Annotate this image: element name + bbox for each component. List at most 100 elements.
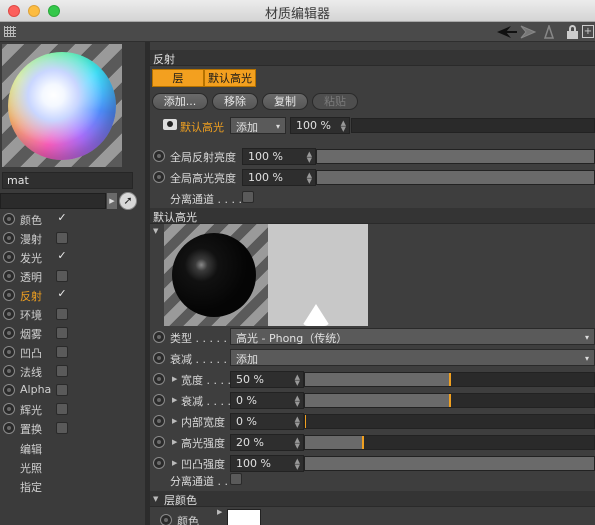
animate-radio[interactable]: [3, 346, 15, 358]
channel-extra-item[interactable]: 指定: [20, 479, 42, 495]
channel-checkbox[interactable]: [56, 403, 68, 415]
spinner-icon[interactable]: ▲ ▼: [307, 151, 312, 164]
global-reflect-field[interactable]: 100 % ▲ ▼: [242, 148, 316, 165]
pick-cursor-icon[interactable]: ➚: [119, 192, 137, 210]
specular-strength-slider[interactable]: [304, 435, 595, 450]
channel-label[interactable]: 反射: [20, 288, 42, 304]
collapse-triangle-icon[interactable]: ▼: [153, 495, 158, 503]
paste-button[interactable]: 粘贴: [312, 93, 358, 110]
arrow-right-icon[interactable]: [520, 25, 537, 39]
material-name-field[interactable]: mat: [2, 172, 133, 189]
type-select[interactable]: 高光 - Phong（传统） ▾: [230, 328, 595, 345]
eye-icon[interactable]: [163, 119, 177, 130]
channel-row[interactable]: 置换: [0, 419, 145, 438]
channel-checkbox[interactable]: ✓: [56, 250, 68, 263]
inner-width-slider[interactable]: [304, 414, 595, 429]
layer-mode-select[interactable]: 添加 ▾: [230, 117, 286, 134]
channel-checkbox[interactable]: ✓: [56, 288, 68, 301]
spinner-icon[interactable]: ▲ ▼: [307, 172, 312, 185]
channel-row[interactable]: 发光 ✓: [0, 248, 145, 267]
layer-opacity-field[interactable]: 100 % ▲ ▼: [290, 117, 350, 134]
slider-handle[interactable]: [448, 394, 451, 407]
bump-strength-slider[interactable]: [304, 456, 595, 471]
animate-radio[interactable]: [153, 457, 165, 469]
channel-checkbox[interactable]: [56, 308, 68, 320]
channel-label[interactable]: 发光: [20, 250, 42, 266]
channel-label[interactable]: 透明: [20, 269, 42, 285]
channel-extra-item[interactable]: 光照: [20, 460, 42, 476]
animate-radio[interactable]: [3, 327, 15, 339]
channel-row[interactable]: 透明: [0, 267, 145, 286]
remove-button[interactable]: 移除: [212, 93, 258, 110]
expand-triangle-icon[interactable]: ▶: [172, 396, 177, 404]
global-spec-slider[interactable]: [316, 170, 595, 185]
animate-radio[interactable]: [3, 289, 15, 301]
separate-pass2-checkbox[interactable]: [230, 473, 242, 485]
expand-triangle-icon[interactable]: ▶: [217, 508, 222, 516]
channel-checkbox[interactable]: [56, 365, 68, 377]
layer-name[interactable]: 默认高光: [180, 119, 224, 135]
channel-label[interactable]: Alpha: [20, 383, 51, 396]
animate-radio[interactable]: [153, 415, 165, 427]
grid-icon[interactable]: [4, 26, 16, 37]
animate-radio[interactable]: [153, 352, 165, 364]
spinner-icon[interactable]: ▲ ▼: [295, 437, 300, 450]
layer-opacity-slider[interactable]: [351, 118, 595, 133]
up-icon[interactable]: [543, 25, 555, 39]
color-swatch[interactable]: [227, 509, 261, 525]
channel-checkbox[interactable]: ✓: [56, 212, 68, 225]
channel-label[interactable]: 漫射: [20, 231, 42, 247]
collapse-triangle-icon[interactable]: ▼: [153, 227, 158, 235]
expand-triangle-icon[interactable]: ▶: [172, 438, 177, 446]
channel-dropdown-arrow[interactable]: ▶: [107, 193, 117, 209]
width-slider[interactable]: [304, 372, 595, 387]
add-layer-button[interactable]: 添加...: [152, 93, 208, 110]
spinner-icon[interactable]: ▲ ▼: [341, 120, 346, 133]
channel-checkbox[interactable]: [56, 270, 68, 282]
animate-radio[interactable]: [153, 394, 165, 406]
animate-radio[interactable]: [3, 384, 15, 396]
tab-layer[interactable]: 层: [152, 69, 204, 87]
channel-row[interactable]: 环境: [0, 305, 145, 324]
animate-radio[interactable]: [153, 436, 165, 448]
spinner-icon[interactable]: ▲ ▼: [295, 416, 300, 429]
animate-radio[interactable]: [153, 373, 165, 385]
lock-icon[interactable]: [567, 25, 578, 39]
specular-strength-field[interactable]: 20 % ▲ ▼: [230, 434, 304, 451]
spinner-icon[interactable]: ▲ ▼: [295, 395, 300, 408]
animate-radio[interactable]: [160, 514, 172, 525]
animate-radio[interactable]: [153, 150, 165, 162]
channel-search-field[interactable]: [0, 193, 106, 209]
expand-triangle-icon[interactable]: ▶: [172, 375, 177, 383]
new-window-icon[interactable]: +: [582, 25, 594, 38]
channel-row[interactable]: 漫射: [0, 229, 145, 248]
arrow-left-icon[interactable]: [497, 26, 517, 38]
channel-checkbox[interactable]: [56, 327, 68, 339]
animate-radio[interactable]: [3, 270, 15, 282]
channel-checkbox[interactable]: [56, 232, 68, 244]
animate-radio[interactable]: [3, 365, 15, 377]
channel-row[interactable]: 颜色 ✓: [0, 210, 145, 229]
copy-button[interactable]: 复制: [262, 93, 308, 110]
inner-width-field[interactable]: 0 % ▲ ▼: [230, 413, 304, 430]
attenuation-select[interactable]: 添加 ▾: [230, 349, 595, 366]
channel-label[interactable]: 环境: [20, 307, 42, 323]
global-spec-field[interactable]: 100 % ▲ ▼: [242, 169, 316, 186]
slider-handle[interactable]: [361, 436, 364, 449]
animate-radio[interactable]: [3, 251, 15, 263]
width-field[interactable]: 50 % ▲ ▼: [230, 371, 304, 388]
animate-radio[interactable]: [3, 403, 15, 415]
material-preview[interactable]: [2, 44, 122, 167]
channel-row[interactable]: 反射 ✓: [0, 286, 145, 305]
expand-triangle-icon[interactable]: ▶: [172, 459, 177, 467]
separate-pass-checkbox[interactable]: [242, 191, 254, 203]
animate-radio[interactable]: [3, 308, 15, 320]
slider-handle[interactable]: [448, 373, 451, 386]
expand-triangle-icon[interactable]: ▶: [172, 417, 177, 425]
channel-label[interactable]: 烟雾: [20, 326, 42, 342]
animate-radio[interactable]: [153, 171, 165, 183]
channel-row[interactable]: 烟雾: [0, 324, 145, 343]
bump-strength-field[interactable]: 100 % ▲ ▼: [230, 455, 304, 472]
channel-label[interactable]: 凹凸: [20, 345, 42, 361]
spinner-icon[interactable]: ▲ ▼: [295, 374, 300, 387]
